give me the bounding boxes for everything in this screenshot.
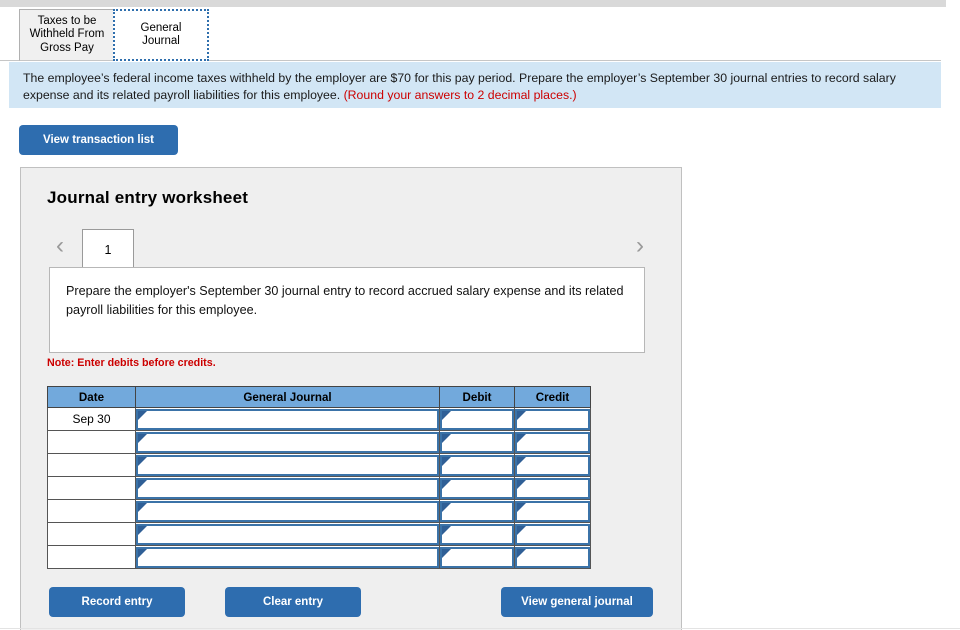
cell-credit[interactable] (514, 453, 591, 477)
page-root: Taxes to be Withheld From Gross Pay Gene… (0, 0, 960, 630)
table-row (47, 476, 591, 500)
worksheet-pager: ‹ 1 › (21, 223, 681, 270)
tab-taxes-to-be-withheld[interactable]: Taxes to be Withheld From Gross Pay (19, 9, 115, 61)
cell-general-journal[interactable] (135, 545, 440, 569)
cell-date[interactable]: Sep 30 (47, 407, 136, 431)
table-row (47, 499, 591, 523)
cell-debit[interactable] (439, 430, 515, 454)
general-journal-input[interactable] (136, 477, 439, 499)
general-journal-input[interactable] (136, 546, 439, 568)
worksheet-page-tab-1[interactable]: 1 (82, 229, 134, 270)
debit-input[interactable] (440, 500, 514, 522)
general-journal-input[interactable] (136, 431, 439, 453)
clear-entry-button[interactable]: Clear entry (225, 587, 361, 617)
column-header-debit: Debit (439, 386, 515, 408)
table-header-row: Date General Journal Debit Credit (47, 386, 591, 408)
table-row (47, 453, 591, 477)
tab-general-journal-label-line1: General (140, 21, 182, 34)
cell-debit[interactable] (439, 407, 515, 431)
view-general-journal-button[interactable]: View general journal (501, 587, 653, 617)
top-gray-strip (0, 0, 946, 7)
general-journal-input[interactable] (136, 408, 439, 430)
credit-input[interactable] (515, 454, 590, 476)
cell-credit[interactable] (514, 522, 591, 546)
tab-taxes-label-line2: Withheld From (29, 28, 105, 41)
cell-general-journal[interactable] (135, 407, 440, 431)
general-journal-input[interactable] (136, 523, 439, 545)
cell-general-journal[interactable] (135, 430, 440, 454)
table-row (47, 522, 591, 546)
cell-general-journal[interactable] (135, 499, 440, 523)
credit-input[interactable] (515, 431, 590, 453)
general-journal-input[interactable] (136, 500, 439, 522)
tab-taxes-label-line1: Taxes to be (37, 14, 97, 27)
cell-credit[interactable] (514, 407, 591, 431)
journal-entry-table: Date General Journal Debit Credit Sep 30 (47, 386, 591, 569)
cell-date[interactable] (47, 545, 136, 569)
tab-general-journal[interactable]: General Journal (113, 9, 209, 61)
debit-input[interactable] (440, 523, 514, 545)
debit-input[interactable] (440, 408, 514, 430)
cell-date[interactable] (47, 453, 136, 477)
cell-credit[interactable] (514, 476, 591, 500)
chevron-left-icon[interactable]: ‹ (49, 233, 71, 259)
cell-debit[interactable] (439, 453, 515, 477)
credit-input[interactable] (515, 546, 590, 568)
rounding-note: (Round your answers to 2 decimal places.… (343, 87, 577, 102)
cell-debit[interactable] (439, 522, 515, 546)
tab-taxes-label-line3: Gross Pay (40, 41, 94, 54)
cell-general-journal[interactable] (135, 522, 440, 546)
instruction-banner: The employee’s federal income taxes with… (9, 62, 941, 108)
cell-debit[interactable] (439, 499, 515, 523)
credit-input[interactable] (515, 477, 590, 499)
cell-general-journal[interactable] (135, 476, 440, 500)
credit-input[interactable] (515, 408, 590, 430)
cell-debit[interactable] (439, 476, 515, 500)
cell-date[interactable] (47, 522, 136, 546)
record-entry-button[interactable]: Record entry (49, 587, 185, 617)
debit-input[interactable] (440, 477, 514, 499)
cell-credit[interactable] (514, 499, 591, 523)
page-bottom-divider (0, 628, 960, 629)
worksheet-prompt: Prepare the employer's September 30 jour… (49, 267, 645, 353)
cell-general-journal[interactable] (135, 453, 440, 477)
table-row: Sep 30 (47, 407, 591, 431)
tab-general-journal-label-line2: Journal (142, 35, 180, 47)
cell-date[interactable] (47, 499, 136, 523)
cell-date[interactable] (47, 430, 136, 454)
credit-input[interactable] (515, 500, 590, 522)
journal-entry-worksheet-panel: Journal entry worksheet ‹ 1 › Prepare th… (20, 167, 682, 630)
column-header-credit: Credit (514, 386, 591, 408)
cell-date[interactable] (47, 476, 136, 500)
tab-strip: Taxes to be Withheld From Gross Pay Gene… (0, 9, 941, 61)
debits-before-credits-note: Note: Enter debits before credits. (47, 357, 216, 369)
journal-table-body: Sep 30 (47, 407, 591, 569)
view-transaction-list-button[interactable]: View transaction list (19, 125, 178, 155)
worksheet-title: Journal entry worksheet (47, 188, 249, 207)
table-row (47, 545, 591, 569)
column-header-date: Date (47, 386, 136, 408)
debit-input[interactable] (440, 546, 514, 568)
column-header-general-journal: General Journal (135, 386, 440, 408)
general-journal-input[interactable] (136, 454, 439, 476)
table-row (47, 430, 591, 454)
cell-debit[interactable] (439, 545, 515, 569)
cell-credit[interactable] (514, 430, 591, 454)
debit-input[interactable] (440, 454, 514, 476)
chevron-right-icon[interactable]: › (629, 233, 651, 259)
credit-input[interactable] (515, 523, 590, 545)
cell-credit[interactable] (514, 545, 591, 569)
debit-input[interactable] (440, 431, 514, 453)
